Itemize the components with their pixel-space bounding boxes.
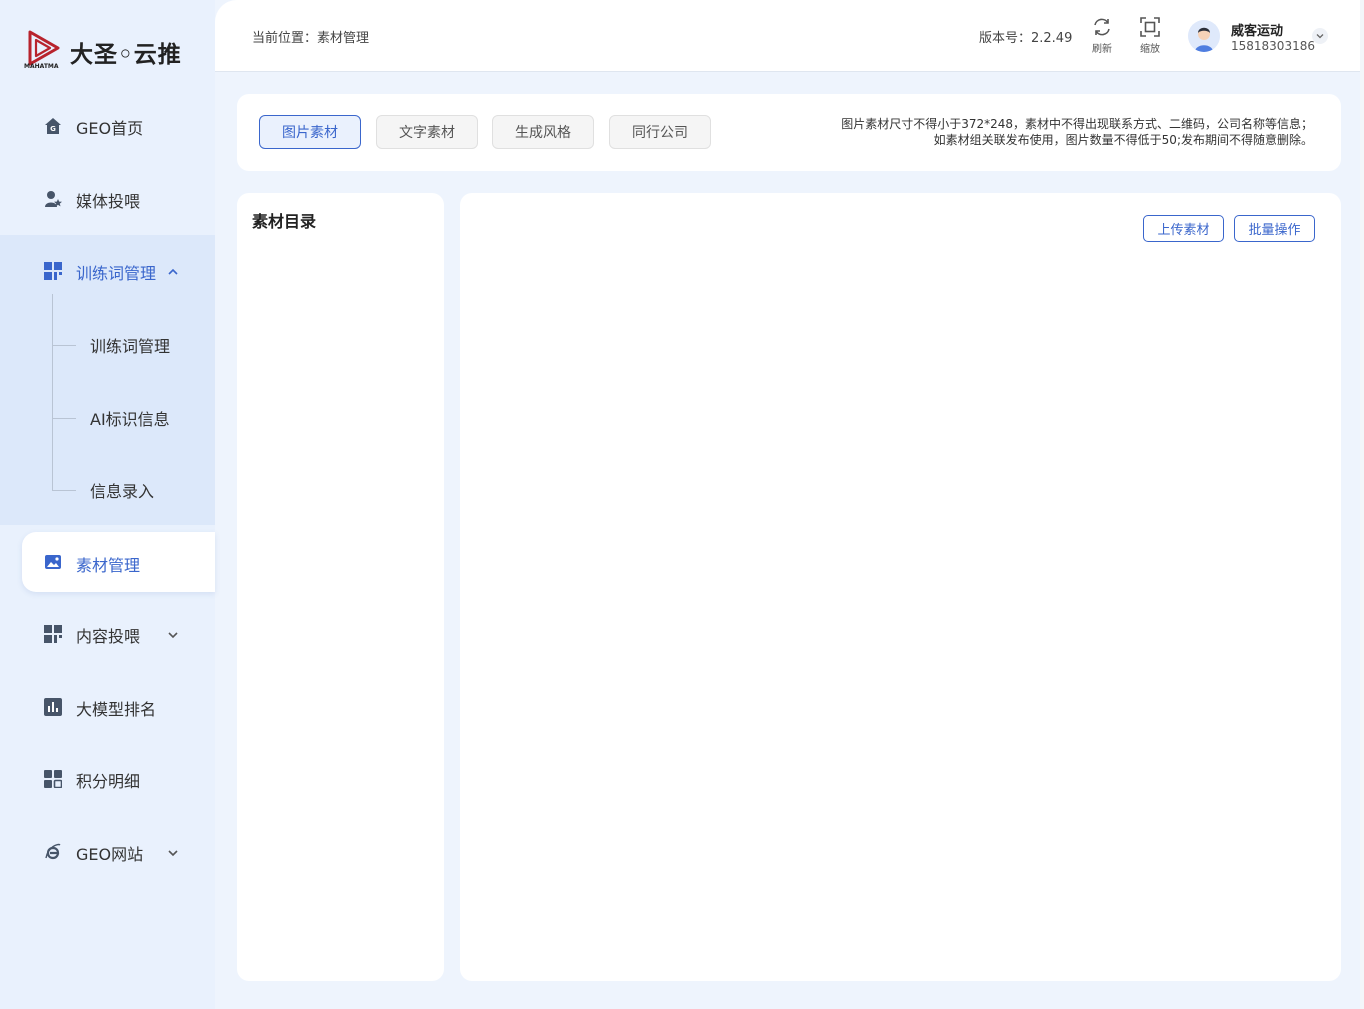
- sidebar-item-label: 积分明细: [76, 772, 141, 791]
- user-star-icon: [43, 189, 63, 209]
- sidebar-item-content-feed[interactable]: 内容投喂: [0, 612, 215, 658]
- home-icon: G: [43, 116, 63, 136]
- material-directory-panel: 素材目录: [237, 193, 444, 981]
- sidebar-subitem-info-entry[interactable]: 信息录入: [52, 470, 215, 510]
- top-header: 当前位置：素材管理 版本号：2.2.49 刷新 缩放 威客运动 15818303…: [215, 0, 1364, 72]
- sidebar-item-label: 素材管理: [76, 556, 141, 575]
- user-menu-dropdown[interactable]: [1312, 28, 1328, 44]
- sidebar-item-training-words[interactable]: 训练词管理: [0, 249, 215, 295]
- sidebar-subitem-label: 训练词管理: [90, 337, 171, 356]
- material-tabs-panel: 图片素材 文字素材 生成风格 同行公司 图片素材尺寸不得小于372*248，素材…: [237, 94, 1341, 171]
- logo: MAHATMA 大圣◦云推: [24, 28, 204, 74]
- notice-line-2: 如素材组关联发布使用，图片数量不得低于50;发布期间不得随意删除。: [933, 133, 1313, 147]
- refresh-button[interactable]: 刷新: [1087, 16, 1117, 55]
- sidebar-item-points-detail[interactable]: 积分明细: [0, 757, 215, 803]
- directory-title: 素材目录: [252, 212, 317, 231]
- material-content-panel: 上传素材 批量操作: [460, 193, 1341, 981]
- brand-name: 大圣◦云推: [70, 42, 182, 68]
- breadcrumb: 当前位置：素材管理: [252, 31, 370, 46]
- logo-subtitle: MAHATMA: [24, 63, 59, 70]
- grid-icon: [43, 624, 63, 644]
- sidebar-item-label: 媒体投喂: [76, 192, 141, 211]
- avatar[interactable]: [1188, 20, 1220, 52]
- sidebar-item-label: 训练词管理: [76, 264, 157, 283]
- sidebar-subitem-training-words[interactable]: 训练词管理: [52, 325, 215, 365]
- chevron-down-icon: [168, 632, 178, 639]
- sidebar-item-material-management[interactable]: 素材管理: [22, 532, 215, 592]
- fullscreen-icon: [1140, 17, 1160, 37]
- sidebar-item-label: 大模型排名: [76, 700, 157, 719]
- sidebar-item-geo-home[interactable]: G GEO首页: [0, 104, 215, 150]
- refresh-label: 刷新: [1092, 44, 1112, 55]
- tab-text-material[interactable]: 文字素材: [376, 115, 478, 149]
- user-phone: 15818303186: [1231, 39, 1315, 53]
- grid-icon: [43, 261, 63, 281]
- batch-operation-button[interactable]: 批量操作: [1234, 215, 1315, 242]
- sidebar-item-label: GEO网站: [76, 845, 144, 864]
- sidebar-subitem-label: 信息录入: [90, 482, 155, 501]
- sidebar-item-media-feed[interactable]: 媒体投喂: [0, 177, 215, 223]
- sidebar-item-geo-website[interactable]: GEO网站: [0, 830, 215, 876]
- tab-image-material[interactable]: 图片素材: [259, 115, 361, 149]
- sidebar-item-label: 内容投喂: [76, 627, 141, 646]
- scrollbar-track[interactable]: [1360, 0, 1364, 1009]
- tab-peer-companies[interactable]: 同行公司: [609, 115, 711, 149]
- zoom-label: 缩放: [1140, 44, 1160, 55]
- chevron-down-icon: [168, 850, 178, 857]
- version-label: 版本号：2.2.49: [979, 31, 1073, 46]
- upload-material-button[interactable]: 上传素材: [1143, 215, 1224, 242]
- sidebar-item-model-ranking[interactable]: 大模型排名: [0, 685, 215, 731]
- avatar-icon: [1188, 20, 1220, 52]
- tab-generation-style[interactable]: 生成风格: [492, 115, 594, 149]
- app-window: MAHATMA 大圣◦云推 G GEO首页 媒体投喂 训练词管理 训练词管理 A…: [0, 0, 1364, 1009]
- bar-chart-icon: [43, 697, 63, 717]
- tree-line: [52, 294, 53, 490]
- sidebar-subitem-label: AI标识信息: [90, 410, 170, 429]
- refresh-icon: [1094, 18, 1110, 36]
- sidebar-item-label: GEO首页: [76, 119, 144, 138]
- user-name: 威客运动: [1231, 24, 1284, 39]
- chevron-down-icon: [1316, 34, 1324, 39]
- svg-text:G: G: [50, 125, 56, 133]
- ie-browser-icon: [43, 842, 63, 862]
- sidebar-subitem-ai-identity[interactable]: AI标识信息: [52, 398, 215, 438]
- notice-text: 图片素材尺寸不得小于372*248，素材中不得出现联系方式、二维码，公司名称等信…: [841, 116, 1313, 148]
- image-icon: [43, 552, 63, 572]
- grid-icon: [43, 769, 63, 789]
- notice-line-1: 图片素材尺寸不得小于372*248，素材中不得出现联系方式、二维码，公司名称等信…: [841, 117, 1313, 131]
- chevron-up-icon: [168, 268, 178, 275]
- zoom-button[interactable]: 缩放: [1135, 16, 1165, 55]
- sidebar: MAHATMA 大圣◦云推 G GEO首页 媒体投喂 训练词管理 训练词管理 A…: [0, 0, 215, 1009]
